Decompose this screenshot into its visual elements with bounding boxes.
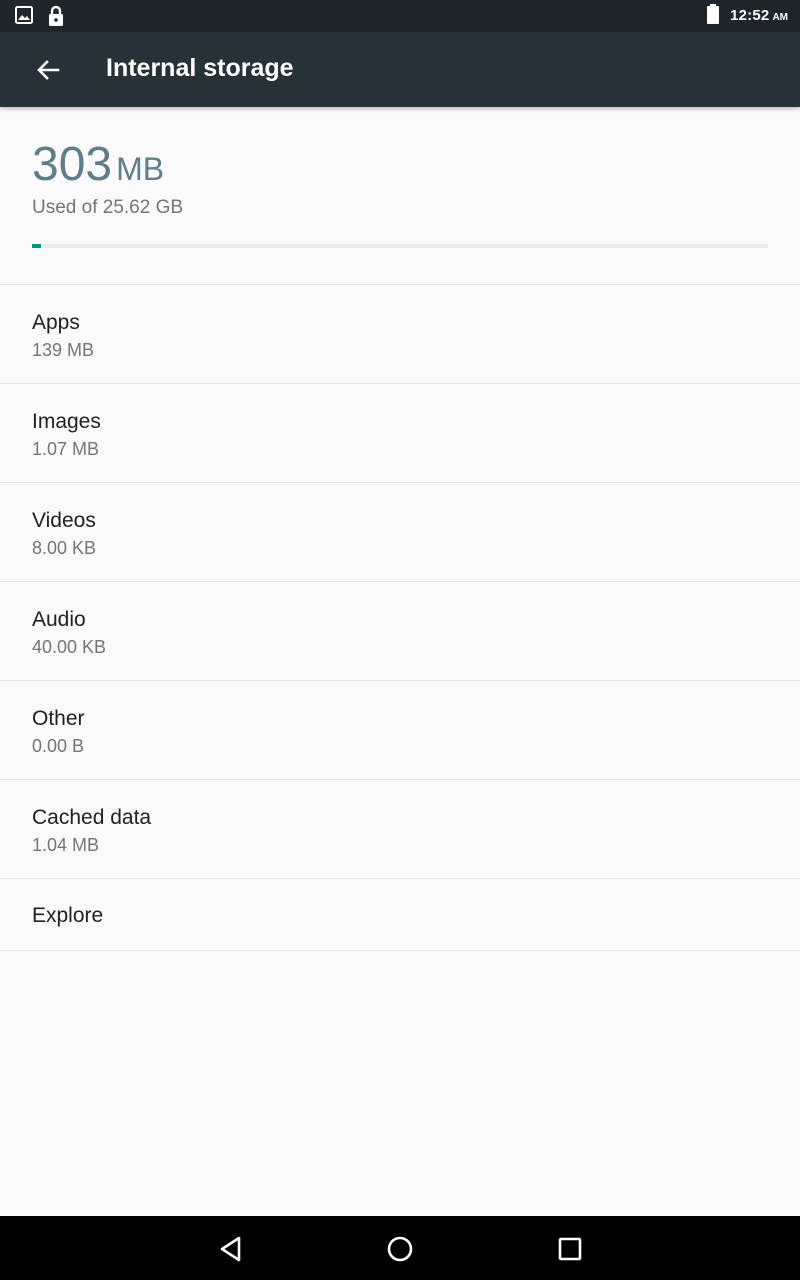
item-title: Audio — [32, 608, 86, 631]
clock: 12:52 AM — [730, 7, 788, 25]
list-item-audio[interactable]: Audio 40.00 KB — [0, 582, 800, 681]
back-button[interactable] — [34, 56, 62, 84]
image-notification-icon — [14, 5, 34, 32]
item-size: 40.00 KB — [32, 637, 107, 657]
item-size: 0.00 B — [32, 736, 85, 756]
status-bar: 12:52 AM — [0, 0, 800, 32]
storage-category-list: Apps 139 MB Images 1.07 MB Videos 8.00 K… — [0, 285, 800, 951]
battery-icon — [706, 3, 720, 29]
item-title: Explore — [32, 904, 104, 927]
list-item-cached-data[interactable]: Cached data 1.04 MB — [0, 780, 800, 879]
used-number: 303 — [32, 138, 113, 191]
nav-home-icon — [385, 1236, 415, 1268]
item-size: 1.04 MB — [32, 835, 100, 855]
clock-time: 12:52 — [730, 7, 770, 24]
nav-back-icon — [216, 1236, 246, 1268]
nav-home-button[interactable] — [385, 1234, 415, 1264]
used-unit: MB — [116, 151, 165, 187]
storage-summary: 303 MB Used of 25.62 GB — [0, 107, 800, 285]
app-bar: Internal storage — [0, 32, 800, 107]
item-title: Cached data — [32, 806, 152, 829]
nav-recents-button[interactable] — [555, 1234, 585, 1264]
item-title: Other — [32, 707, 85, 730]
navigation-bar — [0, 1216, 800, 1280]
item-size: 139 MB — [32, 340, 95, 360]
lock-icon — [46, 5, 66, 32]
nav-back-button[interactable] — [216, 1234, 246, 1264]
nav-recents-icon — [555, 1237, 585, 1268]
status-right: 12:52 AM — [706, 0, 788, 32]
list-item-images[interactable]: Images 1.07 MB — [0, 384, 800, 483]
list-item-videos[interactable]: Videos 8.00 KB — [0, 483, 800, 582]
storage-progress-fill — [32, 244, 41, 248]
list-item-explore[interactable]: Explore — [0, 879, 800, 951]
list-item-apps[interactable]: Apps 139 MB — [0, 285, 800, 384]
used-caption: Used of 25.62 GB — [32, 197, 184, 218]
item-size: 1.07 MB — [32, 439, 100, 459]
item-title: Images — [32, 410, 101, 433]
clock-suffix: AM — [772, 12, 788, 23]
status-left-icons — [14, 5, 66, 32]
item-title: Apps — [32, 311, 80, 334]
storage-progress-bar — [32, 244, 768, 248]
item-title: Videos — [32, 509, 96, 532]
item-size: 8.00 KB — [32, 538, 97, 558]
list-item-other[interactable]: Other 0.00 B — [0, 681, 800, 780]
page-title: Internal storage — [106, 54, 294, 82]
used-value: 303 MB — [32, 137, 164, 192]
arrow-back-icon — [34, 60, 62, 88]
